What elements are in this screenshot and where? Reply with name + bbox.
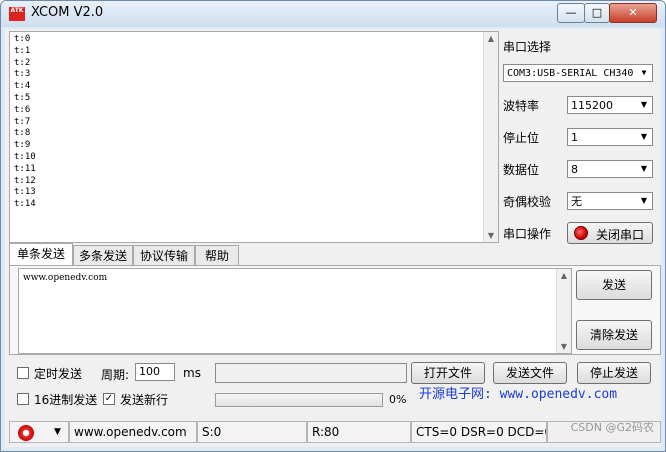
stop-bits-value: 1 xyxy=(571,131,578,144)
dropdown-arrow-icon: ▼ xyxy=(54,427,61,437)
client-area: t:0 t:1 t:2 t:3 t:4 t:5 t:6 t:7 t:8 t:9 … xyxy=(5,29,661,447)
scroll-down-icon[interactable]: ▼ xyxy=(484,231,498,240)
port-select-value: COM3:USB-SERIAL CH340 xyxy=(507,68,634,79)
open-file-button[interactable]: 打开文件 xyxy=(411,362,485,384)
csdn-watermark: CSDN @G2码农 xyxy=(570,421,654,434)
chevron-down-icon: ▼ xyxy=(636,65,652,81)
website-banner[interactable]: 开源电子网: www.openedv.com xyxy=(419,383,617,402)
stop-send-button[interactable]: 停止发送 xyxy=(577,362,651,384)
single-send-panel: www.openedv.com ▲ ▼ 发送 清除发送 xyxy=(9,265,661,355)
hex-send-label: 16进制发送 xyxy=(34,393,98,407)
data-bits-value: 8 xyxy=(571,163,578,176)
baud-select-value: 115200 xyxy=(571,99,613,112)
send-progress-bar xyxy=(215,393,383,407)
port-status-lamp-icon xyxy=(574,226,588,240)
timed-send-checkbox[interactable] xyxy=(17,367,29,379)
stop-bits-label: 停止位 xyxy=(503,131,540,145)
period-unit: ms xyxy=(183,366,201,380)
scroll-up-icon[interactable]: ▲ xyxy=(557,271,571,280)
file-path-field[interactable] xyxy=(215,363,407,383)
data-bits-select[interactable]: 8 ▼ xyxy=(567,160,653,178)
status-bar: ▼ www.openedv.com S:0 R:80 CTS=0 DSR=0 D… xyxy=(5,421,661,443)
progress-percent: 0% xyxy=(389,393,407,406)
parity-select[interactable]: 无 ▼ xyxy=(567,192,653,210)
send-button[interactable]: 发送 xyxy=(576,270,652,300)
status-lines: CTS=0 DSR=0 DCD=0 xyxy=(411,421,547,443)
tab-protocol[interactable]: 协议传输 xyxy=(133,245,195,265)
close-port-button[interactable]: 关闭串口 xyxy=(567,222,653,244)
settings-gear-icon xyxy=(18,425,34,441)
receive-scrollbar[interactable]: ▲ ▼ xyxy=(483,32,498,242)
send-newline-label: 发送新行 xyxy=(120,393,169,407)
parity-label: 奇偶校验 xyxy=(503,195,552,209)
status-extra: CSDN @G2码农 xyxy=(547,421,661,443)
minimize-button[interactable]: — xyxy=(557,3,585,23)
maximize-button[interactable]: □ xyxy=(584,3,610,23)
title-bar[interactable]: ATK XCOM V2.0 — □ ✕ xyxy=(1,1,665,27)
status-received-count: R:80 xyxy=(307,421,411,443)
check-icon: ✓ xyxy=(104,393,114,404)
send-file-button[interactable]: 发送文件 xyxy=(493,362,567,384)
period-input[interactable]: 100 xyxy=(135,363,175,381)
clear-send-button[interactable]: 清除发送 xyxy=(576,320,652,350)
receive-textarea[interactable]: t:0 t:1 t:2 t:3 t:4 t:5 t:6 t:7 t:8 t:9 … xyxy=(9,31,499,243)
baud-select[interactable]: 115200 ▼ xyxy=(567,96,653,114)
status-menu[interactable]: ▼ xyxy=(9,421,69,443)
close-port-label: 关闭串口 xyxy=(596,228,645,242)
app-logo-icon: ATK xyxy=(9,7,25,21)
port-operate-label: 串口操作 xyxy=(503,227,552,241)
scroll-up-icon[interactable]: ▲ xyxy=(484,34,498,43)
send-newline-checkbox[interactable]: ✓ xyxy=(103,393,115,405)
status-sent-count: S:0 xyxy=(197,421,307,443)
period-label: 周期: xyxy=(101,368,130,382)
scroll-down-icon[interactable]: ▼ xyxy=(557,342,571,351)
chevron-down-icon: ▼ xyxy=(636,193,652,209)
baud-label: 波特率 xyxy=(503,99,540,113)
tab-single-send[interactable]: 单条发送 xyxy=(9,243,73,265)
tab-multi-send[interactable]: 多条发送 xyxy=(73,245,133,265)
data-bits-label: 数据位 xyxy=(503,163,540,177)
timed-send-label: 定时发送 xyxy=(34,367,83,381)
status-url[interactable]: www.openedv.com xyxy=(69,421,197,443)
close-window-button[interactable]: ✕ xyxy=(609,3,657,23)
send-scrollbar[interactable]: ▲ ▼ xyxy=(556,269,571,353)
hex-send-checkbox[interactable] xyxy=(17,393,29,405)
chevron-down-icon: ▼ xyxy=(636,161,652,177)
parity-value: 无 xyxy=(571,195,582,208)
send-textarea[interactable]: www.openedv.com ▲ ▼ xyxy=(18,268,572,354)
app-window: ATK XCOM V2.0 — □ ✕ t:0 t:1 t:2 t:3 t:4 … xyxy=(0,0,666,452)
stop-bits-select[interactable]: 1 ▼ xyxy=(567,128,653,146)
chevron-down-icon: ▼ xyxy=(636,97,652,113)
send-text: www.openedv.com xyxy=(23,273,108,283)
window-title: XCOM V2.0 xyxy=(31,5,104,20)
receive-text: t:0 t:1 t:2 t:3 t:4 t:5 t:6 t:7 t:8 t:9 … xyxy=(14,34,36,210)
port-select-label: 串口选择 xyxy=(503,40,552,54)
port-select[interactable]: COM3:USB-SERIAL CH340 ▼ xyxy=(503,64,653,82)
tab-help[interactable]: 帮助 xyxy=(195,245,239,265)
chevron-down-icon: ▼ xyxy=(636,129,652,145)
